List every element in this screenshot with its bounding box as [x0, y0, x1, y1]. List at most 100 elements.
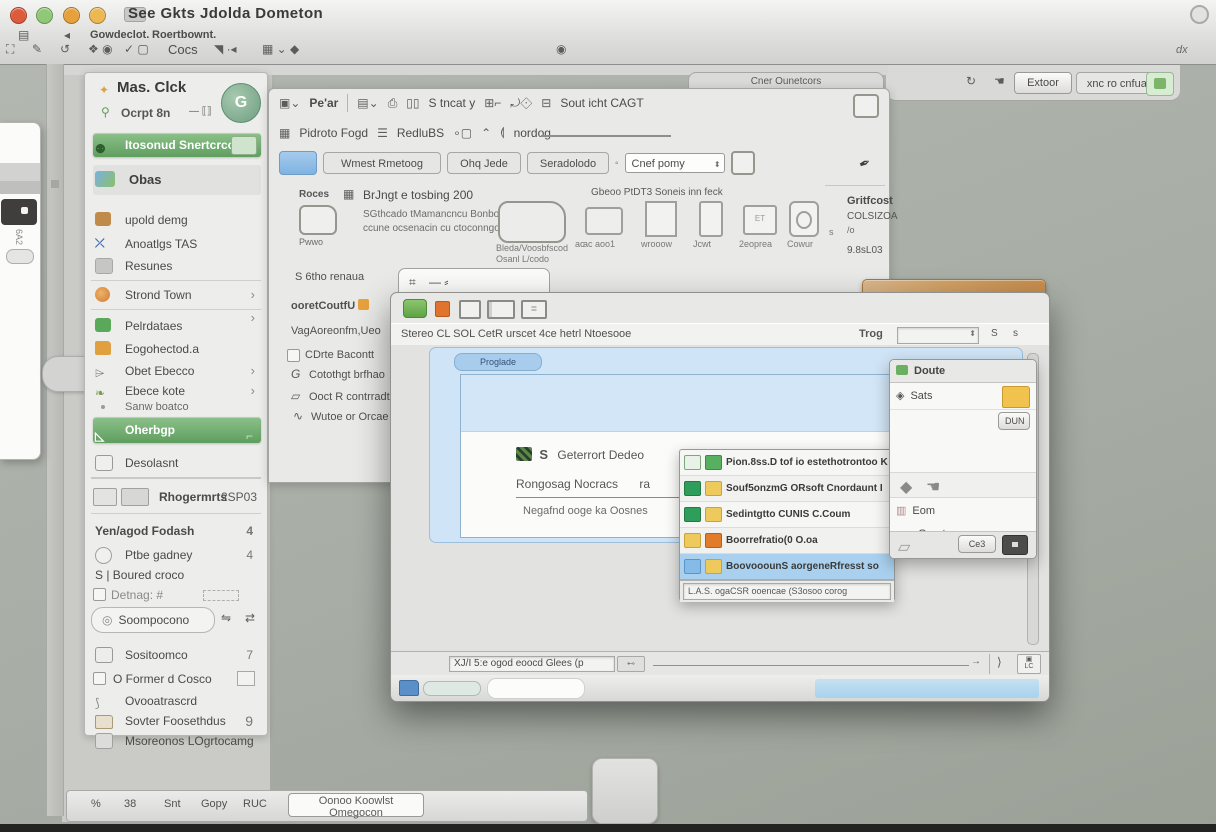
lc-button[interactable]: ▣LC [1017, 654, 1041, 674]
chevron-right-icon[interactable]: ⟩ [997, 655, 1002, 669]
middle-label[interactable]: S tncat y [429, 96, 476, 110]
soompocono-button[interactable]: ◎Soompocono [91, 607, 215, 633]
green-app-icon[interactable] [403, 299, 427, 318]
frame-tool-icon[interactable]: ⛶ [6, 42, 14, 57]
status-field[interactable]: XJ/I 5:e ogod eoocd Glees (p [449, 656, 615, 672]
tab-2[interactable]: Ohq Jede [447, 152, 521, 174]
doc-lines-icon[interactable]: ☰ [377, 126, 388, 140]
sidebar-item-lower[interactable]: Yen/agod Fodash 4 [93, 521, 261, 541]
sidebar-item[interactable]: upold demg [93, 210, 261, 230]
camera-icon[interactable] [231, 136, 257, 155]
bell-icon[interactable]: ⟬ [500, 125, 504, 140]
toolbar-label[interactable]: Cocs [168, 42, 198, 57]
trog-select[interactable]: ⬍ [897, 327, 979, 344]
list-item-3[interactable]: VagAoreonfm,Ueo [291, 325, 381, 337]
popup-row[interactable]: Pion.8ss.D tof io estethotrontoo K [680, 450, 894, 476]
palette-bar2[interactable] [0, 181, 40, 194]
diamond-icon[interactable]: ◆ [900, 477, 912, 497]
search-pill[interactable] [487, 678, 585, 699]
sidebar-item[interactable]: ⌲ Obet Ebecco › [93, 361, 261, 381]
menu-item-1[interactable]: Gowdeclot. [90, 29, 149, 41]
pin-tool-icon[interactable]: ❖ ◉ [88, 42, 113, 56]
list-item-5[interactable]: Cotothgt brfhao [309, 369, 385, 381]
spinner-icon[interactable]: ⬍ [714, 155, 721, 175]
list-item-7[interactable]: Wutoe or Orcae [311, 411, 388, 423]
status-tooltip-button[interactable]: Oonoo Koowlst Omegocon [288, 793, 424, 817]
sidebar-item-lower[interactable]: O Former d Cosco [93, 669, 261, 689]
list-window-icon[interactable]: ≣ [521, 300, 547, 319]
grid2-tool-icon[interactable]: ▦ ⌄ ◆ [262, 42, 299, 56]
device-icon[interactable] [498, 201, 566, 243]
dark-action-button[interactable] [1002, 535, 1028, 555]
back-menu-icon[interactable]: ◂ [64, 28, 70, 42]
ce3-button[interactable]: Ce3 [958, 535, 996, 553]
status-ruc[interactable]: RUC [243, 798, 267, 810]
grid-menu-icon[interactable]: ▤ [18, 28, 29, 42]
right-label[interactable]: Sout icht CAGT [560, 96, 643, 110]
extoor-button[interactable]: Extoor [1014, 72, 1072, 94]
undo-tool-icon[interactable]: ↺ [60, 42, 70, 56]
layout-icon[interactable]: ⊞⌐ [484, 96, 501, 110]
sidebar-item[interactable]: Pelrdataes › [93, 316, 261, 336]
sidebar-item[interactable]: Strond Town › [93, 285, 261, 305]
sidebar-subtitle[interactable]: Ocrpt 8n [121, 106, 170, 120]
pill-button[interactable] [423, 681, 481, 696]
sidebar-item-lower[interactable]: Msoreonos LOgrtocamg [93, 731, 261, 751]
target-tool-icon[interactable]: ◉ [556, 42, 566, 56]
dun-button[interactable]: DUN [998, 412, 1030, 430]
sidebar-banner[interactable]: ⚉ Itosonud Snertcrcoce [93, 133, 261, 157]
sidebar-item[interactable]: ❧ Ebece kote › [93, 381, 261, 401]
sidebar-item-lower[interactable]: ⟆ Ovooatrascrd [93, 691, 261, 711]
row2-a[interactable]: Pidroto Fogd [299, 126, 368, 140]
sidebar-item-lower[interactable]: Detnag: # [93, 585, 261, 605]
popup-row[interactable]: Souf5onzmG ORsoft Cnordaunt I [680, 476, 894, 502]
sidebar-item-lower[interactable]: Sovter Foosethdus 9 [93, 711, 261, 731]
camera-body-icon[interactable] [789, 201, 819, 237]
sidebar-item-selected[interactable]: ◺ Oherbgp ⌐ [93, 417, 261, 443]
palette-pill-button[interactable] [6, 249, 34, 264]
orange-app-icon[interactable] [435, 301, 450, 317]
printer-small-icon[interactable]: ▱ [898, 537, 910, 557]
phone-icon[interactable] [699, 201, 723, 237]
sidebar-item[interactable]: Eogohectod.a [93, 339, 261, 359]
row2-c[interactable]: nordog [514, 126, 551, 140]
row2-b[interactable]: RedluBS [397, 126, 444, 140]
swap-icon[interactable]: ⇋ [221, 611, 231, 625]
shuffle-icon[interactable]: ⇄ [245, 611, 255, 625]
list-item-1[interactable]: S 6tho renaua [295, 271, 364, 283]
status-percent[interactable]: % [91, 798, 101, 810]
refresh-icon[interactable]: ↻ [966, 74, 976, 88]
right-panel-item-eom[interactable]: ▥Eom [890, 500, 1036, 522]
checkbox[interactable] [93, 588, 106, 601]
panel-tab[interactable]: Proglade [454, 353, 542, 371]
window-icon[interactable] [459, 300, 481, 319]
minimize-button-icon[interactable] [36, 7, 53, 24]
s-button[interactable]: S [991, 328, 998, 339]
cells-icon[interactable]: ⊟ [541, 96, 551, 110]
rotate-icon[interactable]: ⤾⟐ [510, 96, 532, 111]
list-item-4[interactable]: CDrte Bacontt [305, 349, 374, 361]
sidebar-item[interactable]: Resunes [93, 256, 261, 276]
dot-box-icon[interactable]: ∘▢ [453, 126, 472, 140]
split-window-icon[interactable] [487, 300, 515, 319]
corner-handle[interactable] [592, 758, 658, 824]
swatch-box[interactable] [237, 671, 255, 686]
tab-3[interactable]: Seradolodo [527, 152, 609, 174]
sidebar-item-obas[interactable]: Obas [93, 165, 261, 195]
sidebar-item-lower[interactable]: Sositoomco 7 [93, 645, 261, 665]
tab-1[interactable]: Wmest Rmetoog [323, 152, 441, 174]
mail-blue-button[interactable] [279, 151, 317, 175]
flag-tool-icon[interactable]: ◥ ·◂ [214, 42, 237, 56]
yellow-folder-icon[interactable] [1002, 386, 1030, 408]
h-scroll-track[interactable] [653, 665, 969, 666]
palette-bar[interactable] [0, 163, 40, 181]
sidebar-section[interactable]: Rhogermrts 2SP03 [93, 485, 261, 509]
zoom-button-icon[interactable] [63, 7, 80, 24]
hc-icon[interactable] [585, 207, 623, 235]
pencil-tool-icon[interactable]: ✎ [32, 42, 42, 56]
sidebar-item[interactable]: Sanw boatco [93, 399, 261, 415]
titlebar-orb-icon[interactable] [1190, 5, 1209, 24]
person-small-icon[interactable]: ⌃ [481, 126, 491, 140]
sidebar-item-lower[interactable]: S | Boured croco [93, 565, 261, 585]
chevron-down-icon[interactable]: ◦ [615, 158, 619, 169]
